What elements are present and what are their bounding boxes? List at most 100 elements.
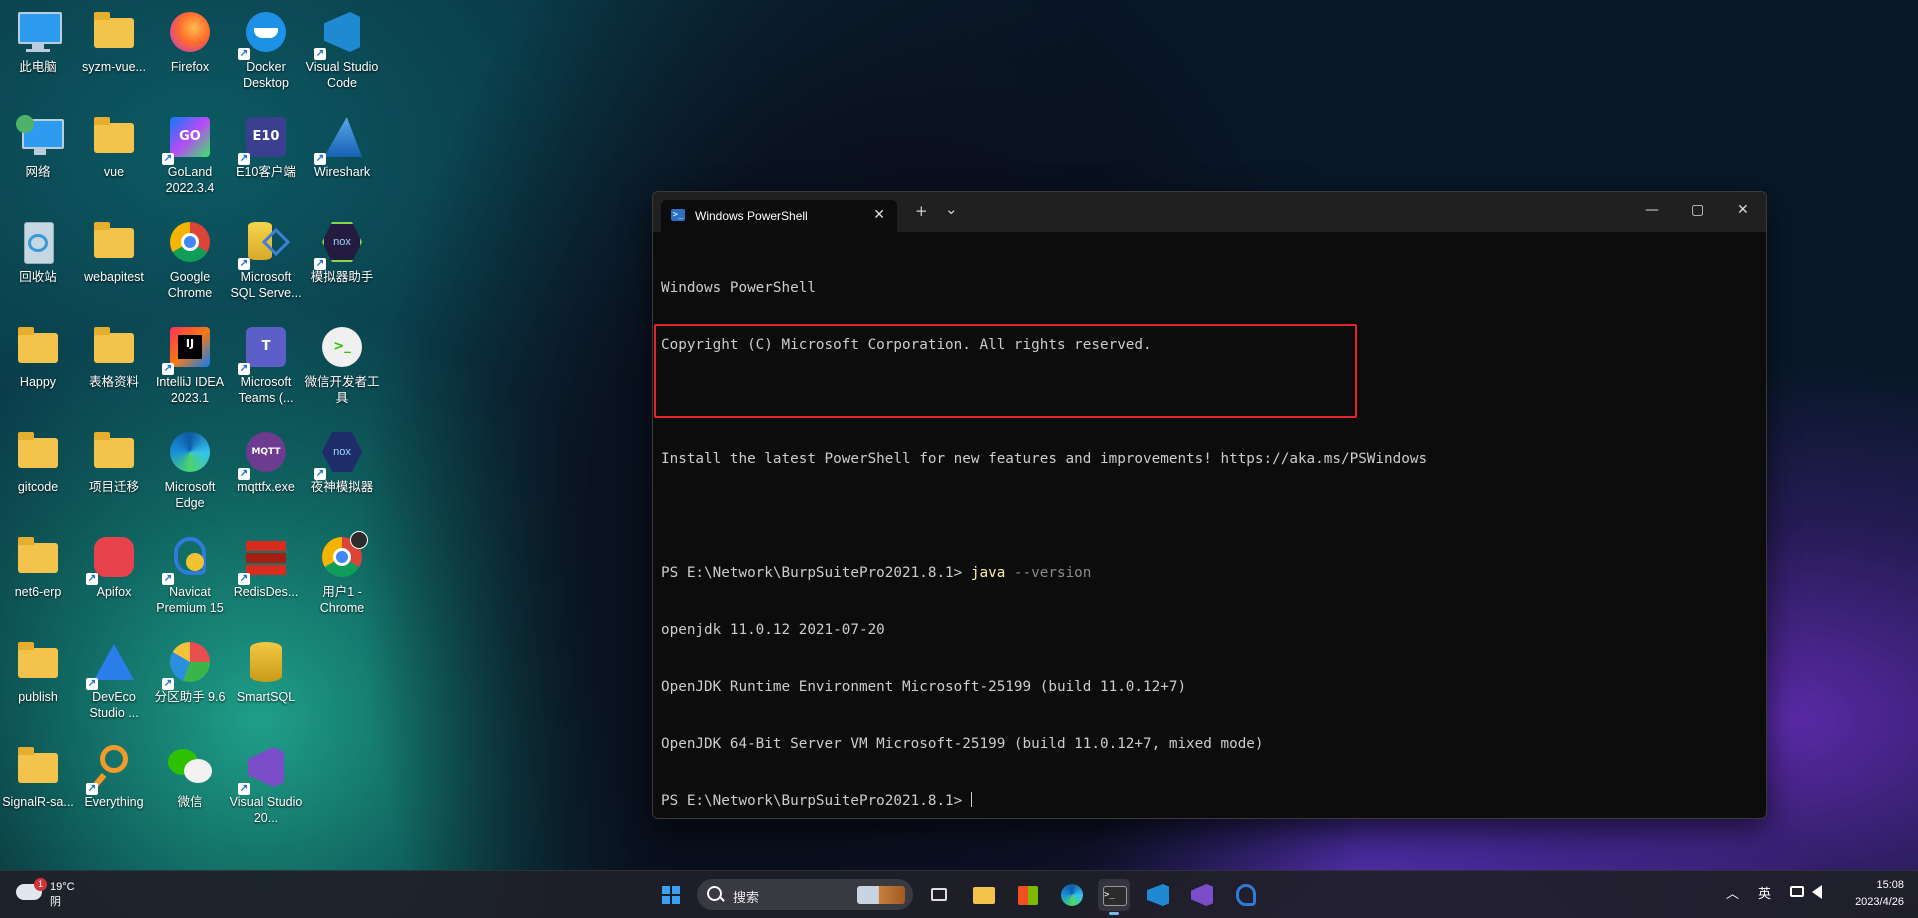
desktop-icon-webapitest[interactable]: webapitest xyxy=(76,218,152,285)
desktop-icon-mqttfx[interactable]: MQTT ↗ mqttfx.exe xyxy=(228,428,304,495)
folder-icon xyxy=(14,323,62,371)
taskbar: 1 19°C 阴 搜索 >_ ︿ 英 15:08 2023/4/26 xyxy=(0,870,1918,918)
desktop-icon-label: 分区助手 9.6 xyxy=(154,690,226,704)
folder-icon xyxy=(14,533,62,581)
desktop-icon-recycle-bin[interactable]: 回收站 xyxy=(0,218,76,285)
console-line: openjdk 11.0.12 2021-07-20 xyxy=(661,622,885,638)
wireshark-icon: ↗ xyxy=(314,113,366,165)
prompt: PS E:\Network\BurpSuitePro2021.8.1> xyxy=(661,565,971,581)
desktop-icon-everything[interactable]: ↗ Everything xyxy=(76,743,152,810)
desktop-icon-vue[interactable]: vue xyxy=(76,113,152,180)
close-tab-icon[interactable]: ✕ xyxy=(873,206,885,223)
taskbar-terminal[interactable]: >_ xyxy=(1098,879,1130,915)
taskbar-edge[interactable] xyxy=(1056,879,1088,911)
new-tab-button[interactable]: + xyxy=(915,202,928,220)
desktop-icon-label: DevEco Studio ... xyxy=(89,690,139,720)
desktop-icon-signalr[interactable]: SignalR-sa... xyxy=(0,743,76,810)
desktop-icon-label: 表格资料 xyxy=(88,375,139,389)
desktop-icon-vscode[interactable]: ↗ Visual Studio Code xyxy=(304,8,380,91)
show-hidden-icons-button[interactable]: ︿ xyxy=(1726,883,1739,902)
maximize-button[interactable]: ▢ xyxy=(1691,202,1704,218)
desktop-icon-publish[interactable]: publish xyxy=(0,638,76,705)
desktop-icon-label: Happy xyxy=(19,375,57,389)
desktop-icon-visual-studio[interactable]: ↗ Visual Studio 20... xyxy=(228,743,304,826)
folder-icon xyxy=(90,218,138,266)
desktop-icon-partition-assistant[interactable]: ↗ 分区助手 9.6 xyxy=(152,638,228,705)
volume-icon[interactable] xyxy=(1812,885,1822,899)
desktop-icon-label: Microsoft SQL Serve... xyxy=(230,270,302,300)
desktop-icon-label: Microsoft Teams (... xyxy=(238,375,294,405)
desktop-icon-this-pc[interactable]: 此电脑 xyxy=(0,8,76,75)
network-icon[interactable] xyxy=(1790,886,1804,897)
desktop-icon-gitcode[interactable]: gitcode xyxy=(0,428,76,495)
desktop-icon-label: 模拟器助手 xyxy=(310,270,374,284)
console-output[interactable]: Windows PowerShell Copyright (C) Microso… xyxy=(661,241,1758,810)
desktop-icon-wireshark[interactable]: ↗ Wireshark xyxy=(304,113,380,180)
taskbar-search[interactable]: 搜索 xyxy=(697,879,913,910)
wechat-icon xyxy=(166,743,214,791)
desktop-icon-wechat[interactable]: 微信 xyxy=(152,743,228,810)
task-view-button[interactable] xyxy=(924,879,956,911)
desktop-icon-sql-server[interactable]: ↗ Microsoft SQL Serve... xyxy=(228,218,304,301)
desktop-icon-label: Docker Desktop xyxy=(243,60,289,90)
desktop-icon-nox-emulator[interactable]: nox ↗ 夜神模拟器 xyxy=(304,428,380,495)
desktop-icon-goland[interactable]: GO ↗ GoLand 2022.3.4 xyxy=(152,113,228,196)
desktop-icon-navicat[interactable]: ↗ Navicat Premium 15 xyxy=(152,533,228,616)
desktop-icon-label: Everything xyxy=(84,795,144,809)
input-method-indicator[interactable]: 英 xyxy=(1758,883,1771,902)
desktop-icon-table-data[interactable]: 表格资料 xyxy=(76,323,152,390)
taskbar-microsoft-store[interactable] xyxy=(1012,879,1044,911)
taskbar-file-explorer[interactable] xyxy=(968,879,1000,911)
desktop-icon-google-chrome[interactable]: Google Chrome xyxy=(152,218,228,301)
desktop-icon-firefox[interactable]: Firefox xyxy=(152,8,228,75)
desktop-icon-net6-erp[interactable]: net6-erp xyxy=(0,533,76,600)
desktop-icon-apifox[interactable]: ↗ Apifox xyxy=(76,533,152,600)
command: java xyxy=(970,565,1006,581)
tab-windows-powershell[interactable]: >_ Windows PowerShell ✕ xyxy=(661,200,897,232)
desktop-icon-teams[interactable]: T ↗ Microsoft Teams (... xyxy=(228,323,304,406)
apifox-icon: ↗ xyxy=(86,533,138,585)
teams-icon: T ↗ xyxy=(238,323,290,375)
folder-icon xyxy=(14,743,62,791)
system-clock[interactable]: 15:08 2023/4/26 xyxy=(1855,877,1904,911)
taskbar-vscode[interactable] xyxy=(1142,879,1174,911)
desktop-icon-redis-desktop[interactable]: ↗ RedisDes... xyxy=(228,533,304,600)
desktop-icon-deveco[interactable]: ↗ DevEco Studio ... xyxy=(76,638,152,721)
prompt: PS E:\Network\BurpSuitePro2021.8.1> xyxy=(661,793,971,809)
desktop-icon-project-migration[interactable]: 项目迁移 xyxy=(76,428,152,495)
desktop-icon-e10[interactable]: E10 ↗ E10客户端 xyxy=(228,113,304,180)
minimize-button[interactable]: — xyxy=(1645,202,1659,218)
folder-icon xyxy=(14,638,62,686)
folder-icon xyxy=(90,8,138,56)
desktop-icon-syzm-vue[interactable]: syzm-vue... xyxy=(76,8,152,75)
terminal-window[interactable]: >_ Windows PowerShell ✕ + ⌄ — ▢ ✕ Window… xyxy=(652,191,1767,819)
close-window-button[interactable]: ✕ xyxy=(1737,202,1749,218)
console-line: OpenJDK 64-Bit Server VM Microsoft-25199… xyxy=(661,736,1264,752)
desktop-icon-happy[interactable]: Happy xyxy=(0,323,76,390)
desktop-icon-intellij[interactable]: IJ ↗ IntelliJ IDEA 2023.1 xyxy=(152,323,228,406)
desktop-icon-docker[interactable]: ↗ Docker Desktop xyxy=(228,8,304,91)
desktop-icon-emulator-assistant[interactable]: nox ↗ 模拟器助手 xyxy=(304,218,380,285)
desktop-icon-label: Wireshark xyxy=(313,165,371,179)
taskbar-visual-studio[interactable] xyxy=(1186,879,1218,911)
desktop-icon-network[interactable]: 网络 xyxy=(0,113,76,180)
windows-logo-icon xyxy=(662,886,680,904)
desktop-icon-label: E10客户端 xyxy=(236,165,296,179)
desktop-icon-label: IntelliJ IDEA 2023.1 xyxy=(155,375,225,405)
desktop-icon-smartsql[interactable]: SmartSQL xyxy=(228,638,304,705)
active-prompt-line[interactable]: PS E:\Network\BurpSuitePro2021.8.1> xyxy=(661,792,1758,811)
recycle-bin-icon xyxy=(14,218,62,266)
clock-time: 15:08 xyxy=(1876,879,1904,891)
desktop-icon-label: 用户1 - Chrome xyxy=(319,585,365,615)
intellij-icon: IJ ↗ xyxy=(162,323,214,375)
desktop-icon-chrome-user1[interactable]: 用户1 - Chrome xyxy=(304,531,380,616)
taskbar-navicat[interactable] xyxy=(1230,879,1262,911)
terminal-titlebar[interactable]: >_ Windows PowerShell ✕ + ⌄ — ▢ ✕ xyxy=(653,192,1766,232)
start-button[interactable] xyxy=(655,879,687,911)
folder-icon xyxy=(14,428,62,476)
desktop-icon-edge[interactable]: Microsoft Edge xyxy=(152,428,228,511)
mqttfx-icon: MQTT ↗ xyxy=(238,428,290,480)
tab-dropdown-button[interactable]: ⌄ xyxy=(945,200,958,218)
desktop-icon-wechat-devtools[interactable]: >_ 微信开发者工具 xyxy=(304,323,380,406)
sql-server-icon: ↗ xyxy=(238,218,291,270)
